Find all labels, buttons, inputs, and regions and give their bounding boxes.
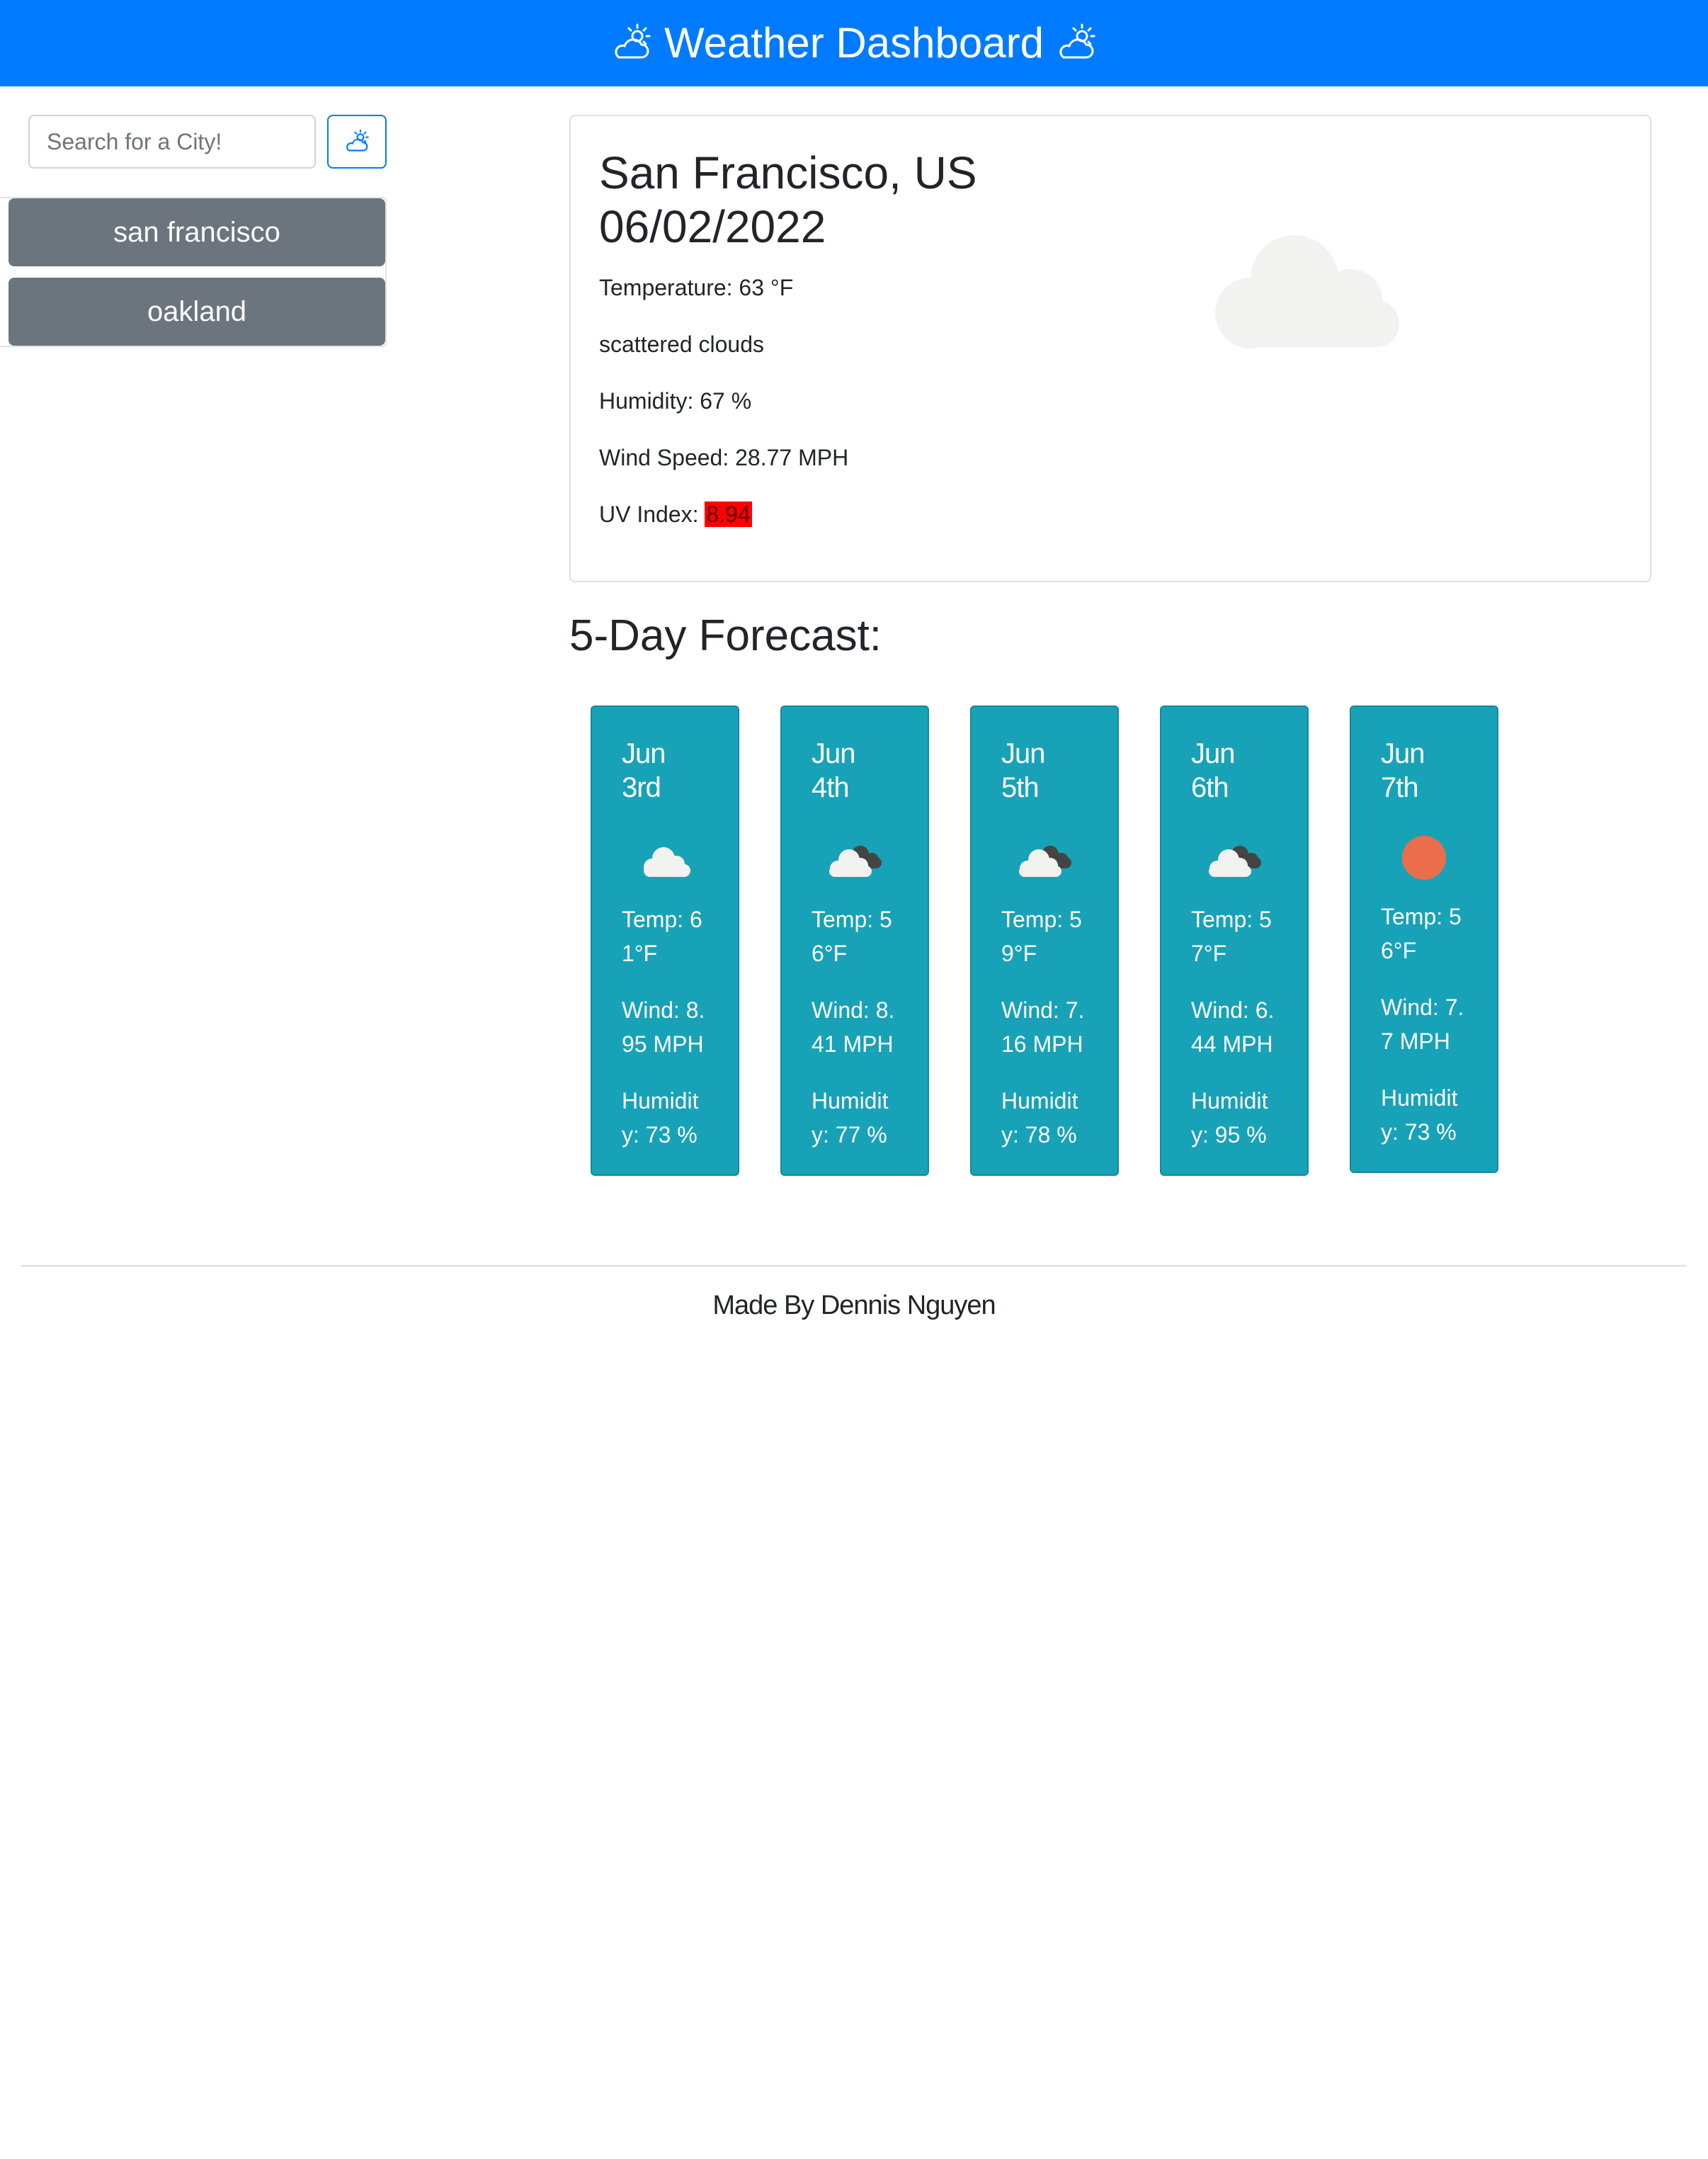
forecast-card-day-5: Jun 7th Temp: 56°F Wind: 7.7 MPH Humidit… — [1350, 706, 1498, 1173]
forecast-wind: Wind: 8.41 MPH — [812, 997, 895, 1057]
forecast-humidity: Humidity: 77 % — [812, 1088, 889, 1148]
forecast-date: Jun 4th — [812, 738, 856, 803]
forecast-wind: Wind: 7.7 MPH — [1381, 994, 1464, 1054]
forecast-temp: Temp: 59°F — [1001, 907, 1082, 966]
forecast-date: Jun 5th — [1001, 738, 1046, 803]
forecast-date: Jun 6th — [1191, 738, 1236, 803]
search-history: san francisco oakland — [0, 197, 387, 347]
forecast-temp: Temp: 56°F — [1381, 904, 1462, 963]
forecast-humidity: Humidity: 73 % — [1381, 1085, 1458, 1145]
current-weather-card: San Francisco, US 06/02/2022 Temperature… — [569, 115, 1651, 582]
current-city-date: San Francisco, US 06/02/2022 — [599, 146, 977, 254]
current-wind: Wind Speed: 28.77 MPH — [599, 445, 849, 470]
search-input[interactable] — [28, 115, 316, 169]
uv-badge: 8.94 — [705, 502, 752, 527]
broken-clouds-icon — [1019, 846, 1071, 877]
partly-cloudy-icon — [1059, 23, 1095, 59]
history-button-label: oakland — [147, 295, 247, 327]
forecast-temp: Temp: 57°F — [1191, 907, 1272, 966]
forecast-temp: Temp: 56°F — [812, 907, 892, 966]
footer-divider — [21, 1265, 1687, 1266]
cloud-icon — [1215, 235, 1399, 348]
history-button-san-francisco[interactable]: san francisco — [8, 198, 385, 266]
forecast-card-day-4: Jun 6th Temp: 57°F Wind: 6.44 MPH Humidi… — [1160, 706, 1309, 1176]
footer-credit: Made By Dennis Nguyen — [712, 1291, 996, 1320]
history-button-oakland[interactable]: oakland — [8, 278, 385, 346]
forecast-humidity: Humidity: 95 % — [1191, 1088, 1268, 1148]
forecast-date: Jun 7th — [1381, 738, 1425, 803]
current-humidity: Humidity: 67 % — [599, 388, 752, 414]
page-title: Weather Dashboard — [664, 19, 1044, 67]
forecast-card-day-1: Jun 3rd Temp: 61°F Wind: 8.95 MPH Humidi… — [591, 706, 739, 1176]
current-uv: UV Index: 8.94 — [599, 502, 752, 528]
partly-cloudy-icon — [346, 129, 369, 152]
forecast-temp: Temp: 61°F — [622, 907, 702, 966]
forecast-wind: Wind: 6.44 MPH — [1191, 997, 1275, 1057]
broken-clouds-icon — [829, 846, 882, 877]
search-button[interactable] — [327, 115, 387, 169]
forecast-date: Jun 3rd — [622, 738, 666, 803]
forecast-card-day-3: Jun 5th Temp: 59°F Wind: 7.16 MPH Humidi… — [970, 706, 1119, 1176]
cloud-icon — [644, 847, 690, 877]
forecast-card-day-2: Jun 4th Temp: 56°F Wind: 8.41 MPH Humidi… — [780, 706, 929, 1176]
current-city: San Francisco, US — [599, 147, 977, 198]
forecast-title: 5-Day Forecast: — [569, 611, 882, 660]
broken-clouds-icon — [1209, 846, 1261, 877]
clear-sun-icon — [1402, 836, 1446, 880]
partly-cloudy-icon — [615, 23, 651, 59]
history-button-label: san francisco — [113, 216, 280, 248]
current-temperature: Temperature: 63 °F — [599, 275, 794, 300]
forecast-humidity: Humidity: 78 % — [1001, 1088, 1078, 1148]
forecast-wind: Wind: 7.16 MPH — [1001, 997, 1085, 1057]
forecast-wind: Wind: 8.95 MPH — [622, 997, 705, 1057]
forecast-humidity: Humidity: 73 % — [622, 1088, 699, 1148]
current-description: scattered clouds — [599, 332, 765, 357]
current-date: 06/02/2022 — [599, 201, 826, 252]
app-header: Weather Dashboard — [0, 0, 1708, 86]
uv-label: UV Index: — [599, 502, 705, 527]
